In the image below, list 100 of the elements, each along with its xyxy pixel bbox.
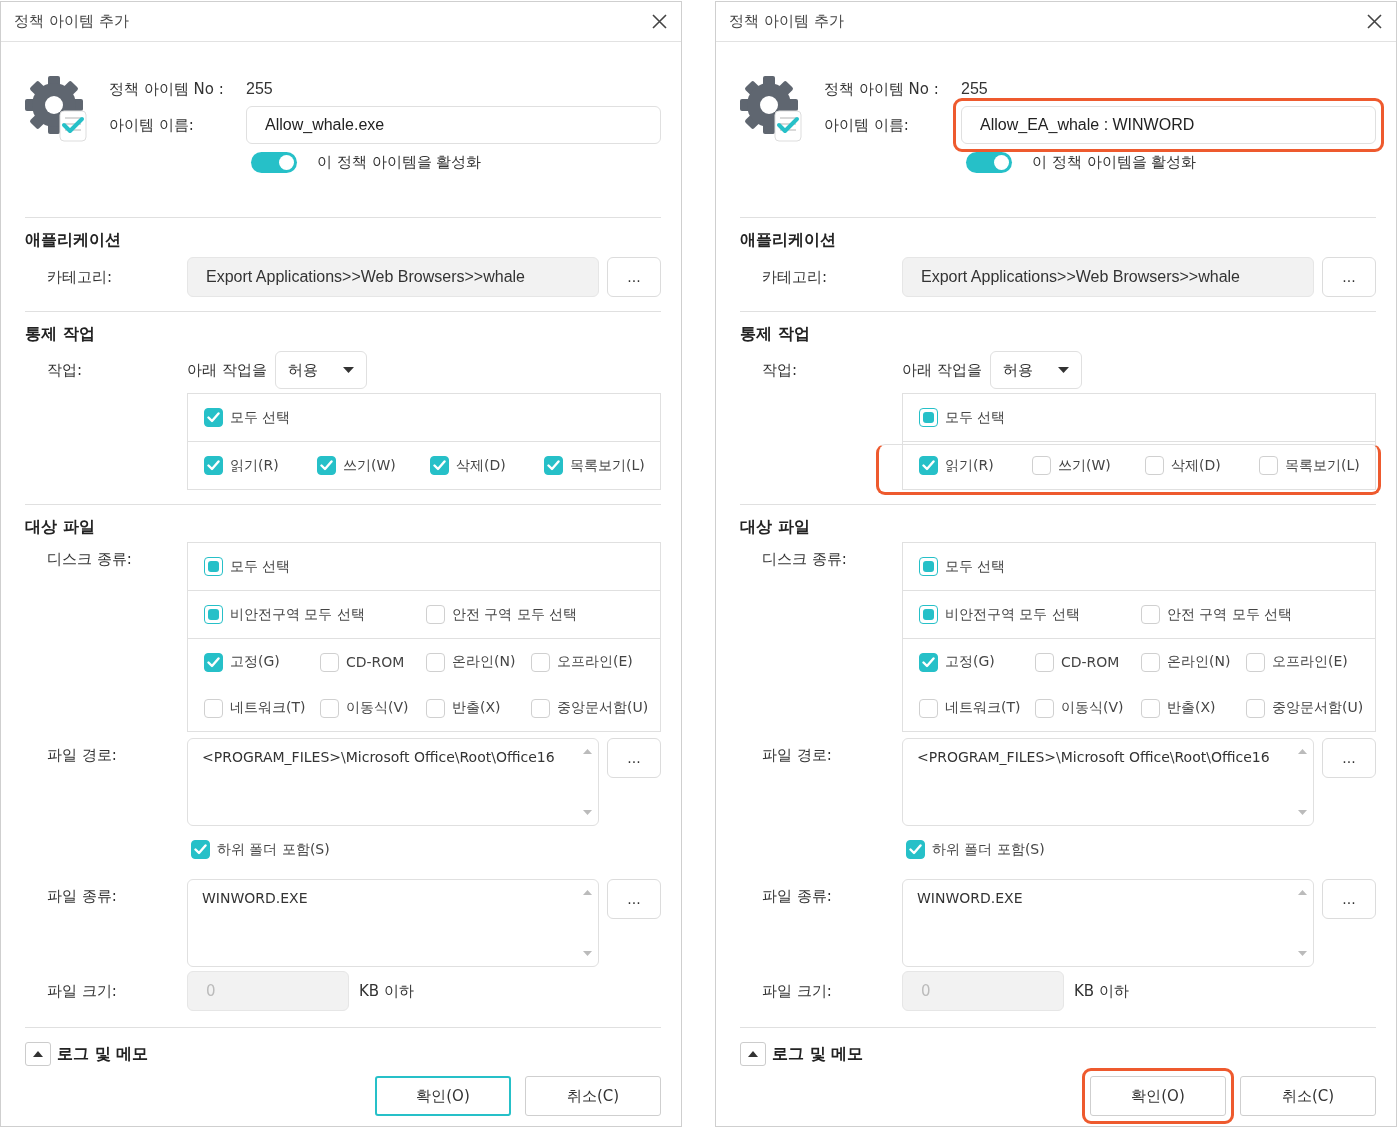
toggle-switch[interactable] <box>966 152 1012 173</box>
checkbox-label: 모두 선택 <box>945 408 1006 427</box>
checkbox-label: 목록보기(L) <box>570 456 645 475</box>
toggle-switch[interactable] <box>251 152 297 173</box>
checkbox-label: 안전 구역 모두 선택 <box>1167 605 1293 624</box>
path-field[interactable]: <PROGRAM_FILES>\Microsoft Office\Root\Office16 <box>187 738 599 826</box>
dialog-title: 정책 아이템 추가 <box>14 12 129 31</box>
size-unit: KB 이하 <box>1074 981 1129 1001</box>
checkbox[interactable] <box>531 652 550 672</box>
browse-button[interactable]: ... <box>1322 738 1376 778</box>
checkbox-label: 고정(G) <box>945 653 995 671</box>
ok-button[interactable]: 확인(O) <box>1090 1076 1226 1116</box>
checkbox[interactable] <box>544 456 563 475</box>
checkbox[interactable] <box>1259 456 1278 475</box>
name-field[interactable]: Allow_whale.exe <box>246 106 661 144</box>
checkbox-label: 하위 폴더 포함(S) <box>932 840 1045 859</box>
checkbox[interactable] <box>426 652 445 672</box>
checkbox[interactable] <box>204 557 223 576</box>
checkbox[interactable] <box>426 698 445 718</box>
toggle-label: 이 정책 아이템을 활성화 <box>1032 153 1197 172</box>
checkbox[interactable] <box>531 698 550 718</box>
checkbox[interactable] <box>1145 456 1164 475</box>
checkbox-label: 목록보기(L) <box>1285 456 1360 475</box>
file-type-field[interactable]: WINWORD.EXE <box>902 879 1314 967</box>
checkbox[interactable] <box>204 652 223 672</box>
collapse-button[interactable] <box>740 1042 766 1066</box>
caret-down-icon <box>1057 367 1069 373</box>
checkbox[interactable] <box>1141 698 1160 718</box>
checkbox[interactable] <box>320 698 339 718</box>
item-number: 255 <box>961 80 988 98</box>
checkbox-label: 이동식(V) <box>1061 699 1124 717</box>
scroll-down-icon[interactable] <box>583 810 592 815</box>
checkbox[interactable] <box>426 605 445 624</box>
checkbox[interactable] <box>204 698 223 718</box>
checkbox-label: 비안전구역 모두 선택 <box>230 605 365 624</box>
file-type-field[interactable]: WINWORD.EXE <box>187 879 599 967</box>
field-label: 정책 아이템 No : <box>109 79 225 99</box>
field-label: 카테고리: <box>761 267 829 287</box>
checkbox[interactable] <box>919 557 938 576</box>
action-dropdown[interactable]: 허용 <box>989 351 1082 389</box>
checkbox[interactable] <box>1246 698 1265 718</box>
checkbox[interactable] <box>906 840 925 859</box>
scroll-down-icon[interactable] <box>1298 810 1307 815</box>
action-dropdown[interactable]: 허용 <box>274 351 367 389</box>
section-heading: 대상 파일 <box>25 517 96 538</box>
checkbox[interactable] <box>317 456 336 475</box>
checkbox[interactable] <box>430 456 449 475</box>
scroll-up-icon[interactable] <box>583 749 592 754</box>
section-heading: 대상 파일 <box>740 517 811 538</box>
checkbox[interactable] <box>919 698 938 718</box>
checkbox[interactable] <box>919 652 938 672</box>
checkbox[interactable] <box>919 605 938 624</box>
browse-button[interactable]: ... <box>607 257 661 297</box>
checkbox[interactable] <box>1141 605 1160 624</box>
path-field[interactable]: <PROGRAM_FILES>\Microsoft Office\Root\Office16 <box>902 738 1314 826</box>
scroll-down-icon[interactable] <box>583 951 592 956</box>
cancel-button[interactable]: 취소(C) <box>1240 1076 1376 1116</box>
field-label: 아이템 이름: <box>824 115 910 135</box>
close-icon[interactable] <box>1367 14 1382 29</box>
scroll-up-icon[interactable] <box>1298 749 1307 754</box>
scroll-down-icon[interactable] <box>1298 951 1307 956</box>
cancel-button[interactable]: 취소(C) <box>525 1076 661 1116</box>
checkbox[interactable] <box>1032 456 1051 475</box>
scroll-up-icon[interactable] <box>1298 890 1307 895</box>
item-number: 255 <box>246 80 273 98</box>
checkbox-label: 읽기(R) <box>945 456 994 475</box>
checkbox-label: 네트워크(T) <box>230 699 306 717</box>
checkbox[interactable] <box>204 408 223 427</box>
checkbox-label: 쓰기(W) <box>1058 456 1111 475</box>
caret-down-icon <box>342 367 354 373</box>
browse-button[interactable]: ... <box>607 738 661 778</box>
collapse-button[interactable] <box>25 1042 51 1066</box>
checkbox-label: CD-ROM <box>1061 654 1120 670</box>
checkbox[interactable] <box>191 840 210 859</box>
checkbox-label: 반출(X) <box>452 699 501 717</box>
checkbox[interactable] <box>1141 652 1160 672</box>
checkbox[interactable] <box>1035 698 1054 718</box>
checkbox-label: 모두 선택 <box>230 408 291 427</box>
scroll-up-icon[interactable] <box>583 890 592 895</box>
checkbox[interactable] <box>919 456 938 475</box>
checkbox-label: 고정(G) <box>230 653 280 671</box>
checkbox-label: 오프라인(E) <box>1272 653 1348 671</box>
checkbox[interactable] <box>919 408 938 427</box>
name-field[interactable]: Allow_EA_whale : WINWORD <box>961 106 1376 144</box>
field-label: 파일 크기: <box>46 981 118 1001</box>
section-heading: 통제 작업 <box>25 324 96 345</box>
checkbox[interactable] <box>320 652 339 672</box>
size-unit: KB 이하 <box>359 981 414 1001</box>
checkbox[interactable] <box>204 456 223 475</box>
browse-button[interactable]: ... <box>607 879 661 919</box>
browse-button[interactable]: ... <box>1322 879 1376 919</box>
field-label: 디스크 종류: <box>46 549 133 569</box>
category-field: Export Applications>>Web Browsers>>whale <box>187 257 599 297</box>
browse-button[interactable]: ... <box>1322 257 1376 297</box>
field-label: 파일 종류: <box>46 886 118 906</box>
checkbox[interactable] <box>1035 652 1054 672</box>
checkbox[interactable] <box>1246 652 1265 672</box>
close-icon[interactable] <box>652 14 667 29</box>
checkbox[interactable] <box>204 605 223 624</box>
ok-button[interactable]: 확인(O) <box>375 1076 511 1116</box>
